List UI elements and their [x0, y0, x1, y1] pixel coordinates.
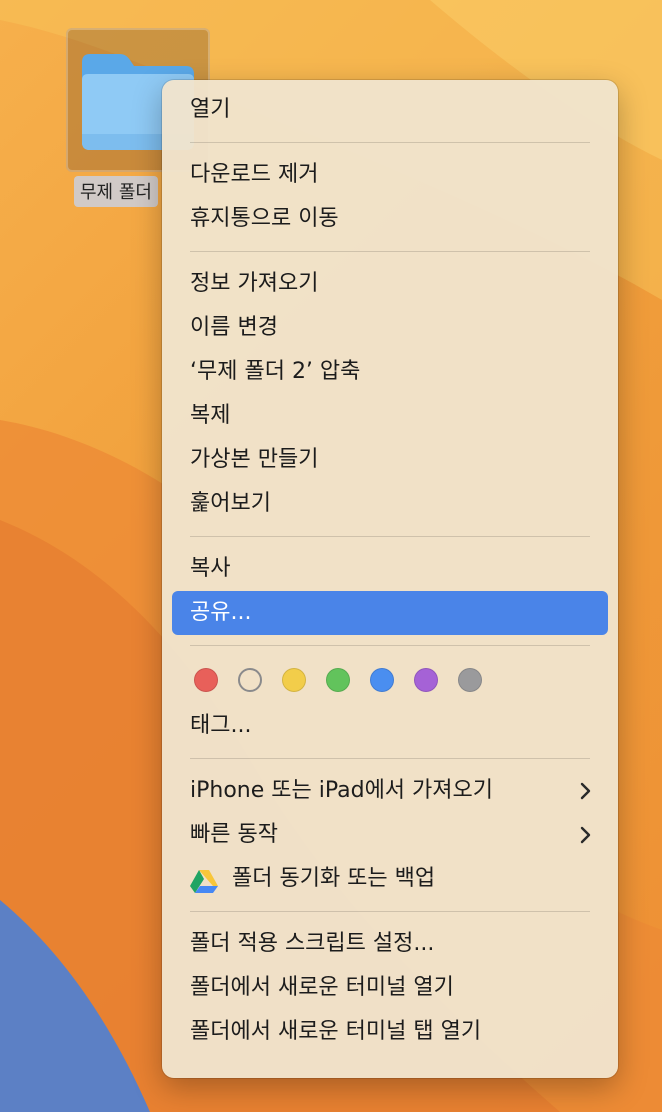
menu-separator [190, 251, 590, 252]
menu-item-folder-actions-setup[interactable]: 폴더 적용 스크립트 설정... [172, 922, 608, 966]
tag-color-yellow[interactable] [282, 668, 306, 692]
menu-separator [190, 645, 590, 646]
tag-color-green[interactable] [326, 668, 350, 692]
menu-separator [190, 142, 590, 143]
tag-color-blue[interactable] [370, 668, 394, 692]
chevron-right-icon [572, 813, 592, 857]
menu-item-quick-look[interactable]: 훑어보기 [172, 482, 608, 526]
menu-item-make-alias[interactable]: 가상본 만들기 [172, 438, 608, 482]
menu-item-copy[interactable]: 복사 [172, 547, 608, 591]
tag-color-gray[interactable] [458, 668, 482, 692]
tag-color-red[interactable] [194, 668, 218, 692]
menu-item-move-to-trash[interactable]: 휴지통으로 이동 [172, 197, 608, 241]
menu-item-quick-actions[interactable]: 빠른 동작 [172, 813, 608, 857]
menu-item-open[interactable]: 열기 [172, 88, 608, 132]
menu-separator [190, 536, 590, 537]
menu-item-new-terminal[interactable]: 폴더에서 새로운 터미널 열기 [172, 966, 608, 1010]
folder-name-label[interactable]: 무제 폴더 [74, 176, 158, 207]
tag-color-row [172, 656, 608, 704]
menu-item-quick-actions-label: 빠른 동작 [190, 822, 278, 847]
menu-separator [190, 758, 590, 759]
tag-color-none[interactable] [238, 668, 262, 692]
menu-separator [190, 911, 590, 912]
menu-item-duplicate[interactable]: 복제 [172, 394, 608, 438]
chevron-right-icon [572, 769, 592, 813]
menu-item-remove-download[interactable]: 다운로드 제거 [172, 153, 608, 197]
menu-item-google-drive-sync-label: 폴더 동기화 또는 백업 [232, 866, 436, 891]
menu-item-compress[interactable]: ‘무제 폴더 2’ 압축 [172, 350, 608, 394]
menu-item-share[interactable]: 공유... [172, 591, 608, 635]
google-drive-icon [190, 865, 218, 893]
menu-item-import-from-iphone[interactable]: iPhone 또는 iPad에서 가져오기 [172, 769, 608, 813]
menu-item-rename[interactable]: 이름 변경 [172, 306, 608, 350]
menu-item-get-info[interactable]: 정보 가져오기 [172, 262, 608, 306]
menu-item-tags[interactable]: 태그... [172, 704, 608, 748]
menu-item-new-terminal-tab[interactable]: 폴더에서 새로운 터미널 탭 열기 [172, 1010, 608, 1054]
menu-item-google-drive-sync[interactable]: 폴더 동기화 또는 백업 [172, 857, 608, 901]
context-menu: 열기 다운로드 제거 휴지통으로 이동 정보 가져오기 이름 변경 ‘무제 폴더… [162, 80, 618, 1078]
menu-item-import-from-iphone-label: iPhone 또는 iPad에서 가져오기 [190, 778, 493, 803]
tag-color-purple[interactable] [414, 668, 438, 692]
